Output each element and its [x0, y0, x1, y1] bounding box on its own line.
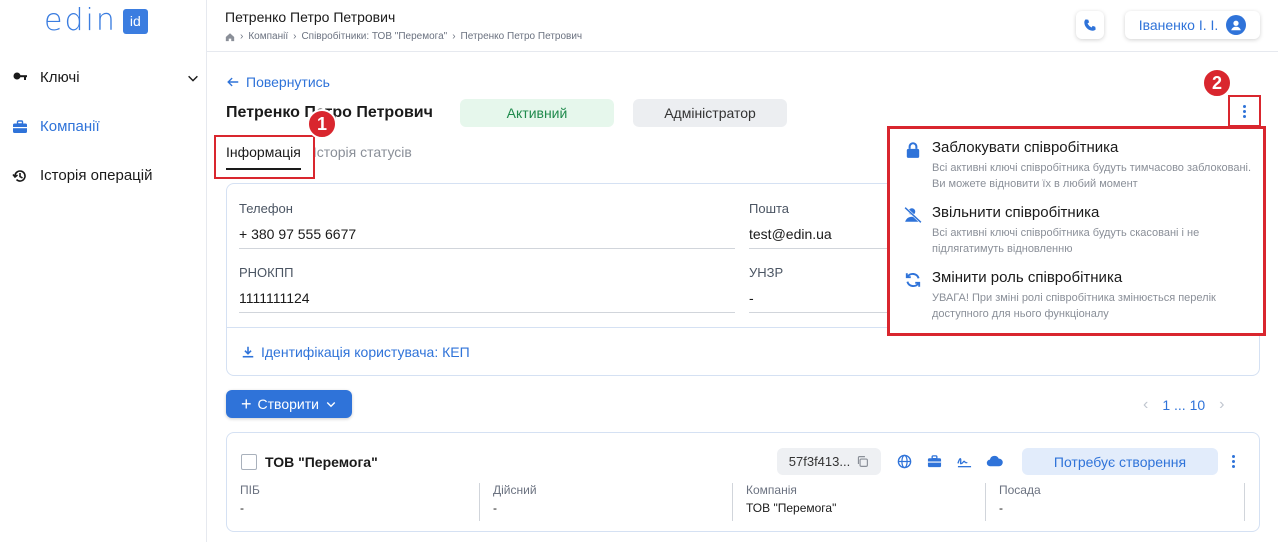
column-label: Посада	[999, 483, 1041, 497]
column-value: -	[240, 501, 244, 515]
column-value: -	[493, 501, 497, 515]
logo[interactable]: edin id	[44, 6, 148, 36]
phone-button[interactable]	[1076, 11, 1104, 39]
sidebar-item-history[interactable]: Історія операцій	[12, 167, 192, 184]
user-icon	[1231, 20, 1242, 31]
user-menu-button[interactable]: Іваненко І. І.	[1125, 11, 1260, 39]
menu-item-desc: УВАГА! При зміні ролі співробітника змін…	[932, 292, 1216, 320]
status-pill[interactable]: Потребує створення	[1022, 448, 1218, 475]
company-row: ТОВ "Перемога" 57f3f413... Потребує ство…	[226, 432, 1260, 532]
menu-item-title: Змінити роль співробітника	[932, 269, 1123, 286]
signature-icon[interactable]	[955, 452, 973, 470]
next-page-icon[interactable]: ›	[1219, 396, 1224, 414]
callout-2: 2	[1202, 68, 1232, 98]
cloud-icon[interactable]	[985, 452, 1003, 470]
menu-item-title: Заблокувати співробітника	[932, 139, 1119, 156]
create-label: Створити	[257, 396, 319, 412]
menu-item-block[interactable]: Заблокувати співробітника Всі активні кл…	[904, 139, 1252, 192]
logo-text: edin	[44, 3, 117, 38]
row-icons	[895, 452, 1003, 470]
refresh-icon	[905, 272, 921, 288]
chevron-down-icon	[326, 402, 336, 408]
column-label: Дійсний	[493, 483, 537, 497]
plus-icon: +	[241, 394, 252, 414]
row-checkbox[interactable]	[241, 454, 257, 470]
sidebar-item-keys[interactable]: Ключі	[12, 69, 198, 86]
menu-item-desc: Всі активні ключі співробітника будуть с…	[932, 227, 1200, 255]
actions-menu: Заблокувати співробітника Всі активні кл…	[887, 126, 1266, 336]
briefcase-icon	[13, 119, 27, 133]
breadcrumb: › Компанії › Співробітники: ТОВ "Перемог…	[225, 31, 582, 42]
avatar	[1226, 15, 1247, 35]
chevron-down-icon[interactable]	[186, 71, 200, 85]
menu-item-desc: Всі активні ключі співробітника будуть т…	[932, 162, 1252, 190]
back-link[interactable]: Повернутись	[226, 74, 330, 90]
sidebar-item-companies[interactable]: Компанії	[12, 118, 192, 135]
row-more-icon[interactable]	[1227, 452, 1239, 470]
sidebar-item-label: Історія операцій	[40, 167, 153, 184]
tab-status-history[interactable]: Історія статусів	[313, 144, 412, 170]
user-name: Іваненко І. І.	[1138, 17, 1219, 33]
role-badge: Адміністратор	[633, 99, 787, 127]
home-icon[interactable]	[225, 32, 235, 42]
key-icon	[13, 72, 27, 80]
lock-icon	[906, 142, 920, 158]
column-company: Компанія ТОВ "Перемога"	[746, 483, 986, 521]
menu-item-dismiss[interactable]: Звільнити співробітника Всі активні ключ…	[904, 204, 1252, 257]
create-button[interactable]: + Створити	[226, 390, 352, 418]
identification-label: Ідентифікація користувача: КЕП	[261, 344, 470, 360]
top-header: Петренко Петро Петрович › Компанії › Спі…	[207, 0, 1278, 52]
breadcrumb-item[interactable]: Співробітники: ТОВ "Перемога"	[301, 31, 447, 42]
email-label: Пошта	[749, 201, 790, 216]
column-value: ТОВ "Перемога"	[746, 501, 837, 515]
callout-1: 1	[307, 109, 337, 139]
breadcrumb-separator: ›	[452, 31, 456, 42]
briefcase-icon[interactable]	[925, 452, 943, 470]
column-position: Посада -	[999, 483, 1245, 521]
menu-item-title: Звільнити співробітника	[932, 204, 1100, 221]
column-label: ПІБ	[240, 483, 260, 497]
globe-icon[interactable]	[895, 452, 913, 470]
column-label: Компанія	[746, 483, 797, 497]
arrow-left-icon	[227, 77, 239, 87]
breadcrumb-separator: ›	[240, 31, 244, 42]
breadcrumb-item[interactable]: Компанії	[248, 31, 288, 42]
code-pill[interactable]: 57f3f413...	[777, 448, 881, 475]
company-name: ТОВ "Перемога"	[265, 454, 378, 470]
more-icon	[1243, 104, 1246, 118]
more-actions-button[interactable]	[1228, 95, 1261, 127]
page-title: Петренко Петро Петрович	[225, 9, 396, 25]
phone-field: + 380 97 555 6677	[239, 226, 735, 249]
download-icon	[242, 346, 254, 358]
column-pib: ПІБ -	[240, 483, 480, 521]
copy-icon[interactable]	[856, 455, 869, 468]
phone-label: Телефон	[239, 201, 293, 216]
column-valid: Дійсний -	[493, 483, 733, 521]
history-icon	[12, 169, 26, 182]
pagination: ‹ 1 ... 10 ›	[1143, 396, 1224, 414]
breadcrumb-separator: ›	[293, 31, 297, 42]
tab-highlight-box	[214, 135, 315, 179]
menu-item-change-role[interactable]: Змінити роль співробітника УВАГА! При зм…	[904, 269, 1252, 322]
column-value: -	[999, 501, 1003, 515]
phone-icon	[1084, 19, 1096, 31]
sidebar-item-label: Ключі	[40, 69, 80, 86]
unzr-label: УНЗР	[749, 265, 784, 280]
breadcrumb-item: Петренко Петро Петрович	[460, 31, 583, 42]
prev-page-icon[interactable]: ‹	[1143, 396, 1148, 414]
logo-badge: id	[122, 8, 148, 34]
sidebar: edin id Ключі Компанії Історія операцій	[0, 0, 207, 542]
identification-link[interactable]: Ідентифікація користувача: КЕП	[241, 344, 470, 360]
back-label: Повернутись	[246, 74, 330, 90]
remove-user-icon	[904, 206, 922, 224]
rnokpp-field: 1111111124	[239, 290, 735, 313]
status-badge: Активний	[460, 99, 614, 127]
page-range[interactable]: 1 ... 10	[1162, 397, 1205, 413]
sidebar-item-label: Компанії	[40, 118, 100, 135]
code-value: 57f3f413...	[788, 454, 851, 469]
rnokpp-label: РНОКПП	[239, 265, 294, 280]
